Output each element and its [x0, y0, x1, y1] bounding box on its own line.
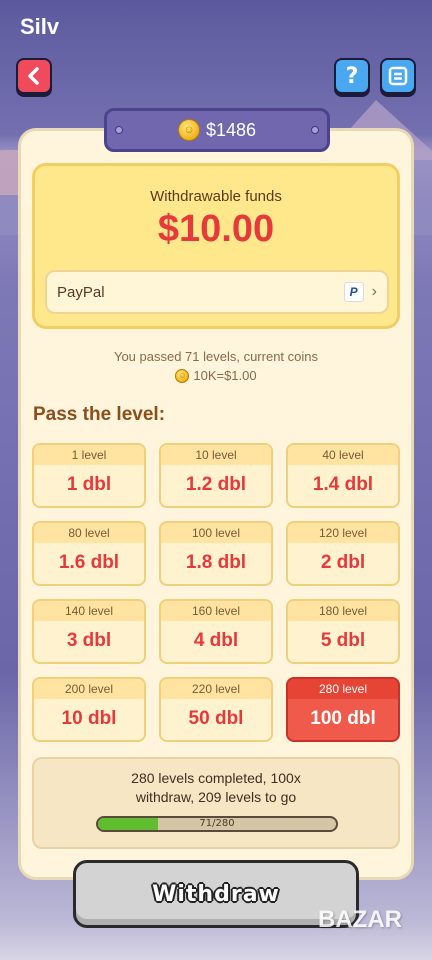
level-reward: 3 dbl — [66, 630, 112, 651]
level-reward-tile[interactable]: 200 level 10 dbl — [32, 677, 146, 742]
watermark-logo: BAZAR — [318, 906, 402, 933]
withdraw-button[interactable]: Withdraw — [73, 860, 359, 928]
withdrawable-funds-panel: Withdrawable funds $10.00 PayPal P › — [32, 163, 400, 329]
level-reward: 1.2 dbl — [185, 474, 247, 495]
status-line-1: 280 levels completed, 100x — [131, 770, 301, 786]
level-reward: 100 dbl — [310, 708, 376, 729]
level-threshold: 140 level — [34, 601, 144, 621]
level-threshold: 280 level — [288, 679, 398, 699]
level-progress-bar: 71/280 — [96, 816, 338, 832]
pass-level-title: Pass the level: — [33, 404, 166, 425]
paypal-icon: P — [343, 282, 364, 302]
balance-amount: $1486 — [205, 119, 257, 140]
level-reward-tile[interactable]: 80 level 1.6 dbl — [32, 521, 146, 586]
progress-info: You passed 71 levels, current coins ☺ 10… — [40, 347, 392, 385]
banner-rivet — [115, 126, 123, 134]
level-reward: 1.8 dbl — [185, 552, 247, 573]
level-threshold: 180 level — [288, 601, 398, 621]
banner-rivet — [311, 126, 319, 134]
level-reward: 10 dbl — [61, 708, 117, 729]
coin-icon: ☺ — [175, 368, 190, 383]
level-reward: 1 dbl — [66, 474, 112, 495]
progress-bar-label: 71/280 — [199, 818, 235, 829]
level-reward: 1.4 dbl — [312, 474, 374, 495]
back-button[interactable] — [16, 58, 52, 94]
level-threshold: 200 level — [34, 679, 144, 699]
level-reward-tile[interactable]: 10 level 1.2 dbl — [159, 443, 273, 508]
level-reward-tile[interactable]: 180 level 5 dbl — [286, 599, 400, 664]
status-line-2: withdraw, 209 levels to go — [135, 789, 297, 805]
payment-method-label: PayPal — [57, 283, 105, 301]
level-reward: 2 dbl — [320, 552, 366, 573]
level-reward-tile[interactable]: 220 level 50 dbl — [159, 677, 273, 742]
level-reward: 50 dbl — [188, 708, 244, 729]
help-button[interactable]: ? — [334, 58, 370, 94]
level-reward-tile[interactable]: 140 level 3 dbl — [32, 599, 146, 664]
level-reward: 5 dbl — [320, 630, 366, 651]
level-reward-tile[interactable]: 160 level 4 dbl — [159, 599, 273, 664]
menu-icon — [388, 66, 408, 86]
coin-icon: ☺ — [177, 119, 200, 141]
funds-amount: $10.00 — [157, 208, 275, 250]
level-reward-tile[interactable]: 100 level 1.8 dbl — [159, 521, 273, 586]
level-threshold: 10 level — [161, 445, 271, 465]
level-threshold: 40 level — [288, 445, 398, 465]
funds-label: Withdrawable funds — [150, 188, 282, 205]
level-reward: 4 dbl — [193, 630, 239, 651]
level-reward-tile[interactable]: 1 level 1 dbl — [32, 443, 146, 508]
app-title: Silv — [20, 14, 60, 39]
level-threshold: 160 level — [161, 601, 271, 621]
help-icon: ? — [345, 63, 359, 89]
level-threshold: 120 level — [288, 523, 398, 543]
level-reward-tile[interactable]: 40 level 1.4 dbl — [286, 443, 400, 508]
level-threshold: 80 level — [34, 523, 144, 543]
level-threshold: 1 level — [34, 445, 144, 465]
level-threshold: 100 level — [161, 523, 271, 543]
progress-info-text: You passed 71 levels, current coins — [113, 349, 319, 364]
menu-button[interactable] — [380, 58, 416, 94]
balance-banner: ☺ $1486 — [104, 108, 330, 152]
level-threshold: 220 level — [161, 679, 271, 699]
back-arrow-icon — [28, 67, 39, 85]
payment-method-selector[interactable]: PayPal P › — [45, 270, 389, 314]
withdraw-status-box: 280 levels completed, 100x withdraw, 209… — [32, 757, 400, 849]
chevron-right-icon: › — [371, 283, 377, 300]
level-reward: 1.6 dbl — [58, 552, 120, 573]
level-reward-tile[interactable]: 280 level 100 dbl — [286, 677, 400, 742]
level-reward-tile[interactable]: 120 level 2 dbl — [286, 521, 400, 586]
exchange-rate: 10K=$1.00 — [193, 368, 257, 383]
level-reward-grid: 1 level 1 dbl 10 level 1.2 dbl 40 level 1.4 d… — [32, 443, 400, 742]
